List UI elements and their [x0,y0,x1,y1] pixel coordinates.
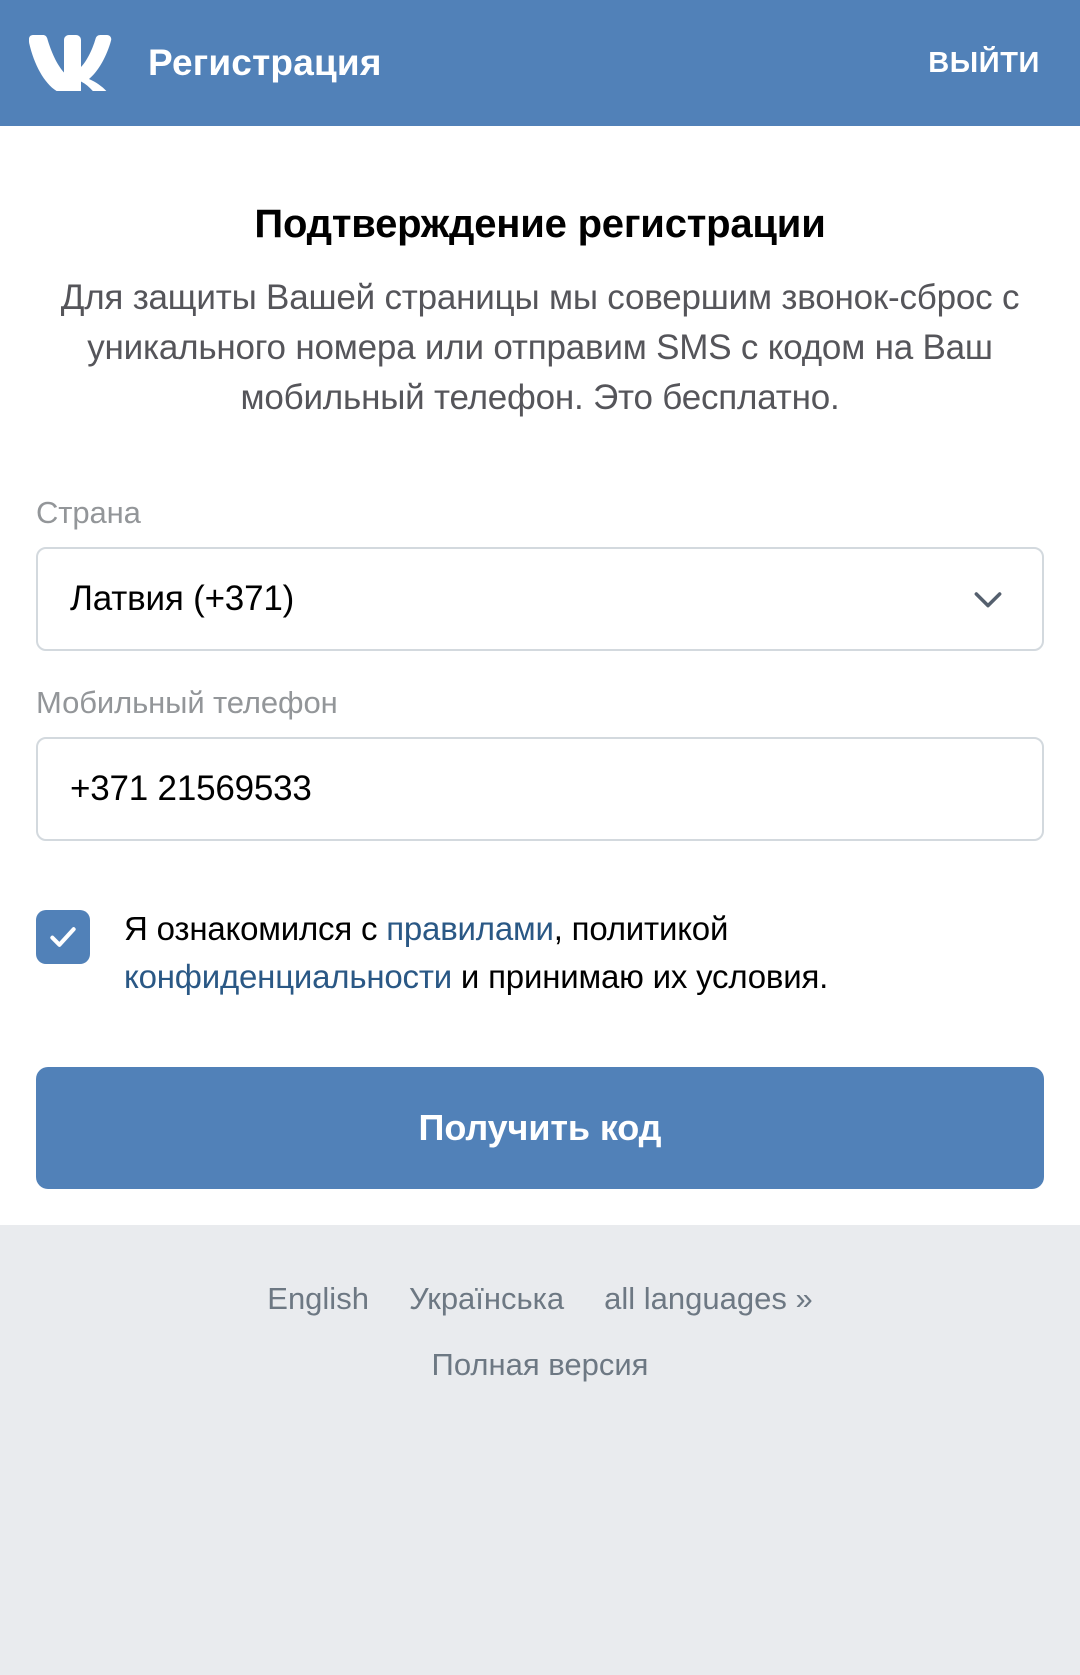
language-links: English Українська all languages » [0,1281,1080,1317]
agreement-text-part-3: и принимаю их условия. [451,958,829,995]
agreement-checkbox[interactable] [36,910,90,964]
chevron-down-icon [968,579,1008,619]
country-selected-value: Латвия (+371) [70,579,295,618]
full-version-link[interactable]: Полная версия [432,1347,649,1382]
page-footer: English Українська all languages » Полна… [0,1225,1080,1675]
vk-logo-icon [26,35,112,91]
country-field-block: Страна Латвия (+371) [36,495,1044,651]
section-title: Подтверждение регистрации [254,202,826,246]
check-icon [50,927,76,947]
phone-input-wrapper[interactable]: +371 21569533 [36,737,1044,841]
agreement-text: Я ознакомился с правилами, политикой кон… [90,905,1044,1001]
page-title: Регистрация [148,42,382,83]
full-version-row: Полная версия [0,1317,1080,1383]
country-label: Страна [36,495,141,530]
get-code-button[interactable]: Получить код [36,1067,1044,1189]
country-select[interactable]: Латвия (+371) [36,547,1044,651]
language-link-english[interactable]: English [267,1281,369,1317]
section-description: Для защиты Вашей страницы мы совершим зв… [60,278,1020,417]
language-link-ukrainian[interactable]: Українська [409,1281,564,1317]
agreement-row: Я ознакомился с правилами, политикой кон… [36,841,1044,1001]
language-link-all[interactable]: all languages » [604,1281,813,1317]
phone-field-block: Мобильный телефон +371 21569533 [36,685,1044,841]
agreement-text-part-2: , политикой [553,910,729,947]
phone-input[interactable]: +371 21569533 [70,769,312,809]
registration-page: Регистрация выйти Подтверждение регистра… [0,0,1080,1675]
phone-label: Мобильный телефон [36,685,338,720]
agreement-text-part-1: Я ознакомился с [124,910,387,947]
registration-form: Страна Латвия (+371) Мобильный телефон +… [36,423,1044,1189]
rules-link[interactable]: правилами [386,910,554,947]
privacy-policy-link[interactable]: конфиденциальности [124,958,452,995]
logout-button[interactable]: выйти [924,39,1044,88]
main-content: Подтверждение регистрации Для защиты Ваш… [0,126,1080,1189]
app-header: Регистрация выйти [0,0,1080,126]
